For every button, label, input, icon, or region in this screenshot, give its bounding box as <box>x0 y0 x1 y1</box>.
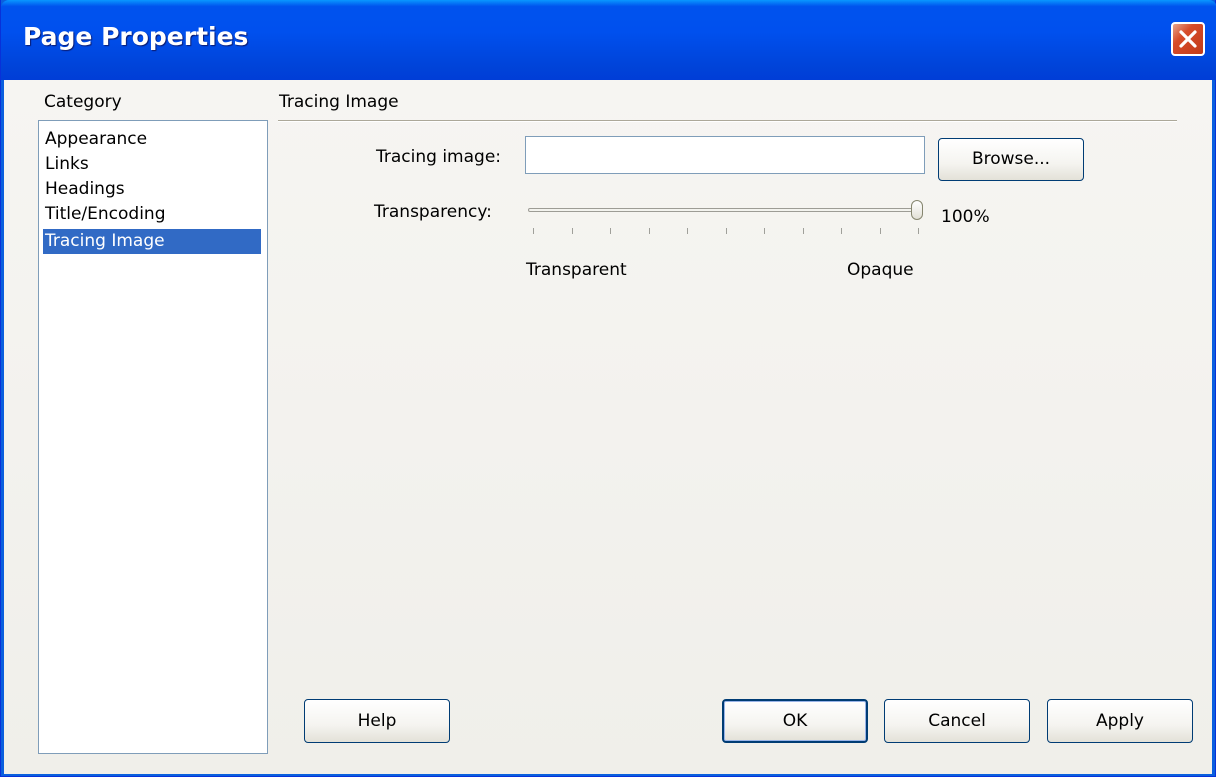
slider-tick <box>802 228 804 234</box>
help-button[interactable]: Help <box>304 699 450 743</box>
category-list[interactable]: Appearance Links Headings Title/Encoding… <box>38 120 268 754</box>
slider-tick <box>648 228 650 234</box>
opaque-label: Opaque <box>847 260 914 280</box>
transparency-slider-track[interactable] <box>528 208 923 212</box>
apply-button[interactable]: Apply <box>1047 699 1193 743</box>
tracing-image-input[interactable] <box>525 136 925 174</box>
slider-tick <box>610 228 611 234</box>
slider-tick <box>725 228 727 234</box>
section-title: Tracing Image <box>279 92 399 112</box>
title-bar[interactable]: Page Properties <box>1 0 1216 80</box>
browse-button[interactable]: Browse... <box>938 138 1084 181</box>
tracing-image-label: Tracing image: <box>376 147 502 167</box>
close-button[interactable] <box>1171 22 1205 56</box>
slider-tick <box>533 228 534 234</box>
slider-tick <box>841 228 842 234</box>
slider-tick <box>764 228 765 234</box>
dialog-title: Page Properties <box>23 22 249 51</box>
category-item-tracing-image[interactable]: Tracing Image <box>43 229 261 254</box>
slider-tick <box>687 228 688 234</box>
category-item-appearance[interactable]: Appearance <box>43 127 261 152</box>
close-icon <box>1179 30 1197 48</box>
transparency-value: 100% <box>941 207 990 227</box>
category-item-title-encoding[interactable]: Title/Encoding <box>43 202 261 227</box>
cancel-button[interactable]: Cancel <box>884 699 1030 743</box>
slider-tick <box>879 228 881 234</box>
transparency-slider-thumb[interactable] <box>911 200 923 220</box>
slider-tick <box>918 228 919 234</box>
category-item-links[interactable]: Links <box>43 152 261 177</box>
category-label: Category <box>44 92 122 112</box>
transparency-label: Transparency: <box>374 202 492 222</box>
dialog-body: Category Appearance Links Headings Title… <box>4 80 1212 774</box>
ok-button[interactable]: OK <box>722 699 868 743</box>
page-properties-dialog: Page Properties Category Appearance Link… <box>0 0 1216 777</box>
transparent-label: Transparent <box>526 260 627 280</box>
slider-tick <box>571 228 573 234</box>
section-divider <box>278 120 1177 122</box>
category-item-headings[interactable]: Headings <box>43 177 261 202</box>
